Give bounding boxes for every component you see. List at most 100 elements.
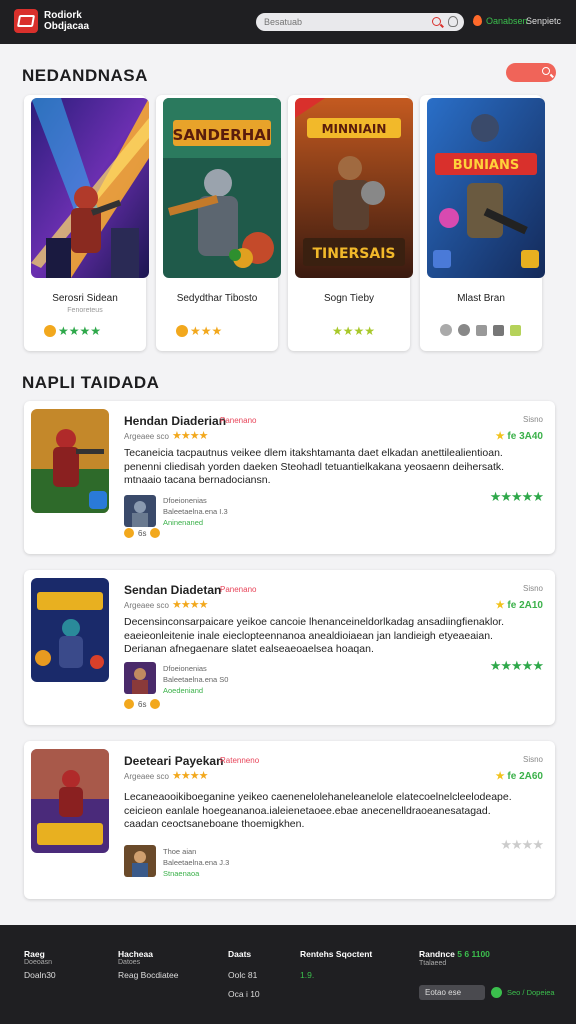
avatar[interactable] — [124, 845, 156, 877]
review-date: Sisno — [522, 755, 543, 764]
flame-icon — [473, 15, 482, 26]
game-rating: ★★★★ — [44, 324, 101, 338]
cover-title-text: BUNIANS — [453, 158, 520, 173]
footer-col2-link[interactable]: Reag Bocdiatee — [118, 970, 179, 980]
platform-icon — [440, 324, 452, 336]
footer-col4-title: Rentehs Sqoctent — [300, 949, 373, 959]
site-logo-icon[interactable] — [14, 9, 38, 33]
review-meta: Thoe aian Baleetaelna.ena J.3 Stnaenaoa — [163, 847, 230, 878]
review-title[interactable]: Deeteari Payekan — [124, 754, 223, 768]
game-cover-art: SANDERHAI — [163, 98, 281, 278]
microphone-icon[interactable] — [448, 16, 458, 27]
game-card[interactable]: Serosri Sidean Fenoreteus ★★★★ — [24, 95, 149, 351]
rating-stars: ★★★ — [190, 324, 223, 338]
review-stars: ★★★★ — [172, 430, 208, 442]
review-game-thumbnail — [31, 409, 109, 513]
review-date: Sisno — [522, 584, 543, 593]
like-icon[interactable] — [124, 528, 134, 538]
platform-icon — [510, 324, 521, 336]
review-meta: Dfoeionenias Baleetaelna.ena I.3 Aninena… — [163, 496, 228, 527]
reviews-section-title: NAPLI TAIDADA — [22, 373, 160, 392]
cover-subtitle-text: TINERSAIS — [312, 246, 395, 262]
game-platform-icons — [440, 324, 521, 336]
cover-title-text: MINNIAIN — [322, 122, 387, 136]
review-stars: ★★★★ — [172, 599, 208, 611]
review-title[interactable]: Hendan Diaderian — [124, 414, 226, 428]
game-title: Serosri Sidean — [52, 293, 118, 304]
review-actions: 6s — [124, 528, 161, 538]
review-author: Argeaee sco — [124, 432, 169, 441]
review-body: Decensinconsarpaicare yeikoe cancoie lhe… — [124, 616, 504, 655]
footer-col5-link[interactable]: Seo / Dopeiea — [507, 988, 555, 997]
review-badge: Panenano — [220, 585, 257, 594]
coin-icon — [176, 325, 188, 337]
footer-col1-link[interactable]: Doaln30 — [24, 970, 56, 980]
like-icon[interactable] — [124, 699, 134, 709]
game-title: Sedydthar Tibosto — [176, 293, 258, 304]
game-rating: ★★★ — [176, 324, 222, 338]
review-card[interactable]: Sendan Diadetan Panenano Argeaee sco ★★★… — [24, 570, 555, 725]
platform-icon — [476, 324, 487, 336]
game-cover-art: BUNIANS — [427, 98, 545, 278]
footer-col5-title: Randnce 5 6 1100 — [419, 949, 490, 959]
footer-col5-sub: Ttalaeed — [419, 960, 447, 967]
star-icon: ★ — [495, 431, 508, 442]
game-card[interactable]: MINNIAIN TINERSAIS Sogn Tieby ★★★★ — [288, 95, 413, 351]
game-cover-art — [31, 98, 149, 278]
search-bar — [256, 13, 464, 31]
newsletter-email-input[interactable]: Eotao ese — [419, 985, 485, 1000]
review-game-thumbnail — [31, 749, 109, 853]
game-title: Sogn Tieby — [323, 293, 375, 304]
review-body: Lecaneaooikiboeganine yeikeo caenenelole… — [124, 791, 512, 830]
review-score: ★ fe 3A40 — [495, 431, 543, 442]
header-link-primary[interactable]: Oanabsen — [486, 16, 528, 26]
coin-icon[interactable] — [150, 699, 161, 709]
review-score: ★ fe 2A60 — [495, 771, 543, 782]
newsletter-submit-icon[interactable] — [491, 987, 502, 998]
game-cover-art: MINNIAIN TINERSAIS — [295, 98, 413, 278]
rating-stars: ★★★★ — [332, 324, 376, 338]
top-navigation-bar: Rodiork Obdjacaa Oanabsen Senpietc — [0, 0, 576, 44]
review-game-thumbnail — [31, 578, 109, 682]
game-card[interactable]: SANDERHAI Sedydthar Tibosto ★★★ — [156, 95, 281, 351]
footer-col4-link[interactable]: 1.9. — [300, 970, 314, 980]
review-card[interactable]: Hendan Diaderian Panenano Argeaee sco ★★… — [24, 401, 555, 554]
review-user-rating: ★★★★ — [500, 837, 544, 852]
site-logo-text[interactable]: Rodiork Obdjacaa — [44, 10, 89, 32]
coin-icon — [44, 325, 56, 337]
review-user-rating: ★★★★★ — [489, 658, 544, 673]
footer-col1-title: Raeg — [24, 949, 45, 959]
footer-col1-sub: Doeoasn — [24, 959, 53, 966]
search-icon — [542, 67, 550, 75]
search-icon[interactable] — [432, 17, 441, 26]
review-body: Tecaneicia tacpautnus veikee dlem itaksh… — [124, 447, 505, 486]
footer-col3-title: Daats — [228, 949, 252, 959]
review-actions: 6s — [124, 699, 161, 709]
avatar[interactable] — [124, 495, 156, 527]
footer-col2-sub: Datoes — [118, 959, 141, 966]
review-badge: Panenano — [220, 416, 257, 425]
review-title[interactable]: Sendan Diadetan — [124, 583, 221, 597]
rating-stars: ★★★★ — [58, 324, 102, 338]
platform-icon — [493, 324, 504, 336]
search-input[interactable] — [256, 13, 426, 31]
review-score: ★ fe 2A10 — [495, 600, 543, 611]
footer-col3-link[interactable]: Oca i 10 — [228, 989, 260, 999]
featured-section-title: NEDANDNASA — [22, 66, 148, 85]
footer-col3-link[interactable]: Oolc 81 — [228, 970, 257, 980]
game-subtitle: Fenoreteus — [67, 307, 103, 314]
platform-icon — [458, 324, 470, 336]
game-card[interactable]: BUNIANS Mlast Bran — [420, 95, 545, 351]
site-footer: Raeg Doeoasn Doaln30 Hacheaa Datoes Reag… — [0, 925, 576, 1024]
review-user-rating: ★★★★★ — [489, 489, 544, 504]
review-card[interactable]: Deeteari Payekan Ratenneno Argeaee sco ★… — [24, 741, 555, 899]
review-date: Sisno — [522, 415, 543, 424]
avatar[interactable] — [124, 662, 156, 694]
featured-search-button[interactable] — [506, 63, 556, 82]
coin-icon[interactable] — [150, 528, 161, 538]
review-stars: ★★★★ — [172, 770, 208, 782]
review-badge: Ratenneno — [220, 756, 260, 765]
review-author: Argeaee sco — [124, 601, 169, 610]
footer-col2-title: Hacheaa — [118, 949, 153, 959]
header-link-secondary[interactable]: Senpietc — [526, 16, 561, 26]
